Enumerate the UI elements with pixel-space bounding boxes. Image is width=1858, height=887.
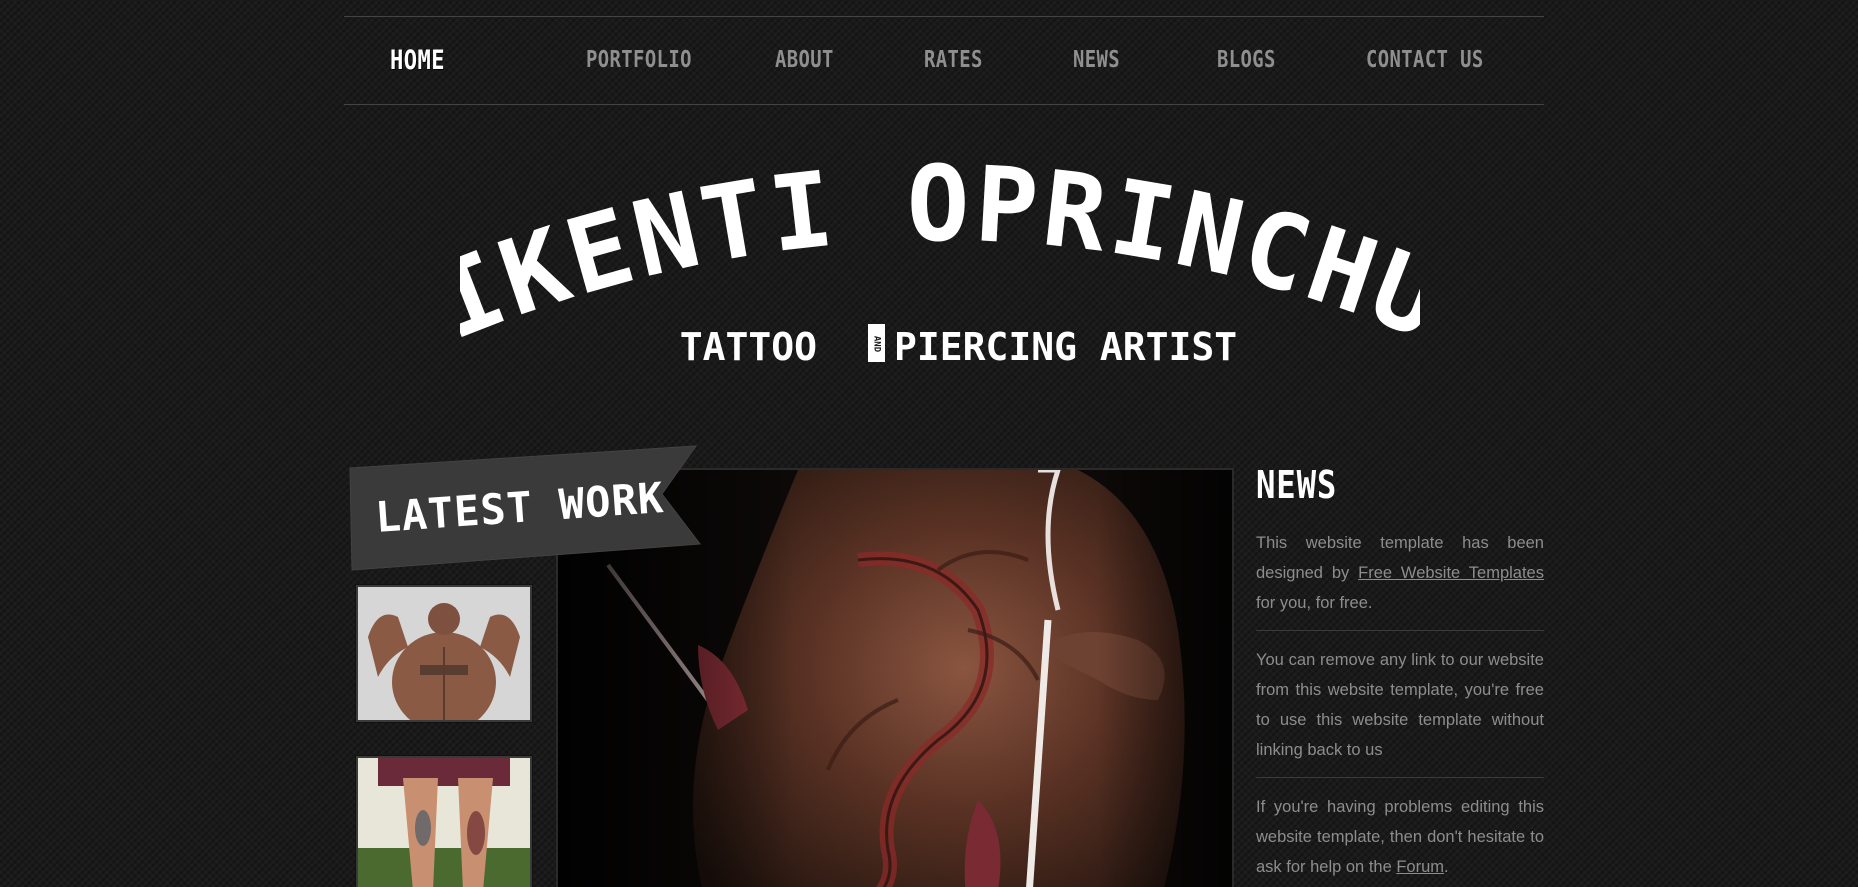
- news-item-3: If you're having problems editing this w…: [1256, 792, 1544, 887]
- site-subtitle-left: TATTOO: [680, 325, 817, 369]
- thumbnail-photo: [358, 587, 530, 720]
- nav-contact-us[interactable]: CONTACT US: [1366, 17, 1484, 104]
- news-item-1: This website template has been designed …: [1256, 528, 1544, 631]
- nav-news[interactable]: NEWS: [1073, 17, 1120, 104]
- nav-portfolio[interactable]: PORTFOLIO: [586, 17, 692, 104]
- news-item-2: You can remove any link to our website f…: [1256, 645, 1544, 778]
- forum-link[interactable]: Forum: [1396, 858, 1444, 876]
- thumbnail-photo: [358, 758, 530, 887]
- thumbnail-leg-tattoo[interactable]: [356, 756, 532, 887]
- nav-rates[interactable]: RATES: [924, 17, 983, 104]
- thumbnail-back-tattoo[interactable]: [356, 585, 532, 722]
- nav-about[interactable]: ABOUT: [775, 17, 834, 104]
- main-nav: HOME PORTFOLIO ABOUT RATES NEWS BLOGS CO…: [344, 16, 1544, 105]
- latest-work-ribbon: LATEST WORK: [349, 445, 701, 571]
- news-item-3-text-end: .: [1444, 858, 1449, 876]
- free-website-templates-link[interactable]: Free Website Templates: [1358, 564, 1544, 582]
- nav-home[interactable]: HOME: [390, 17, 445, 104]
- nav-blogs[interactable]: BLOGS: [1217, 17, 1276, 104]
- news-sidebar: NEWS This website template has been desi…: [1256, 462, 1544, 887]
- news-heading: NEWS: [1256, 463, 1338, 507]
- site-subtitle-right: PIERCING ARTIST: [894, 325, 1237, 369]
- site-subtitle-and: AND: [872, 336, 882, 353]
- news-item-1-text-end: for you, for free.: [1256, 594, 1373, 612]
- site-logo[interactable]: VIKENTI OPRINCHUK TATTOO AND PIERCING AR…: [460, 160, 1420, 380]
